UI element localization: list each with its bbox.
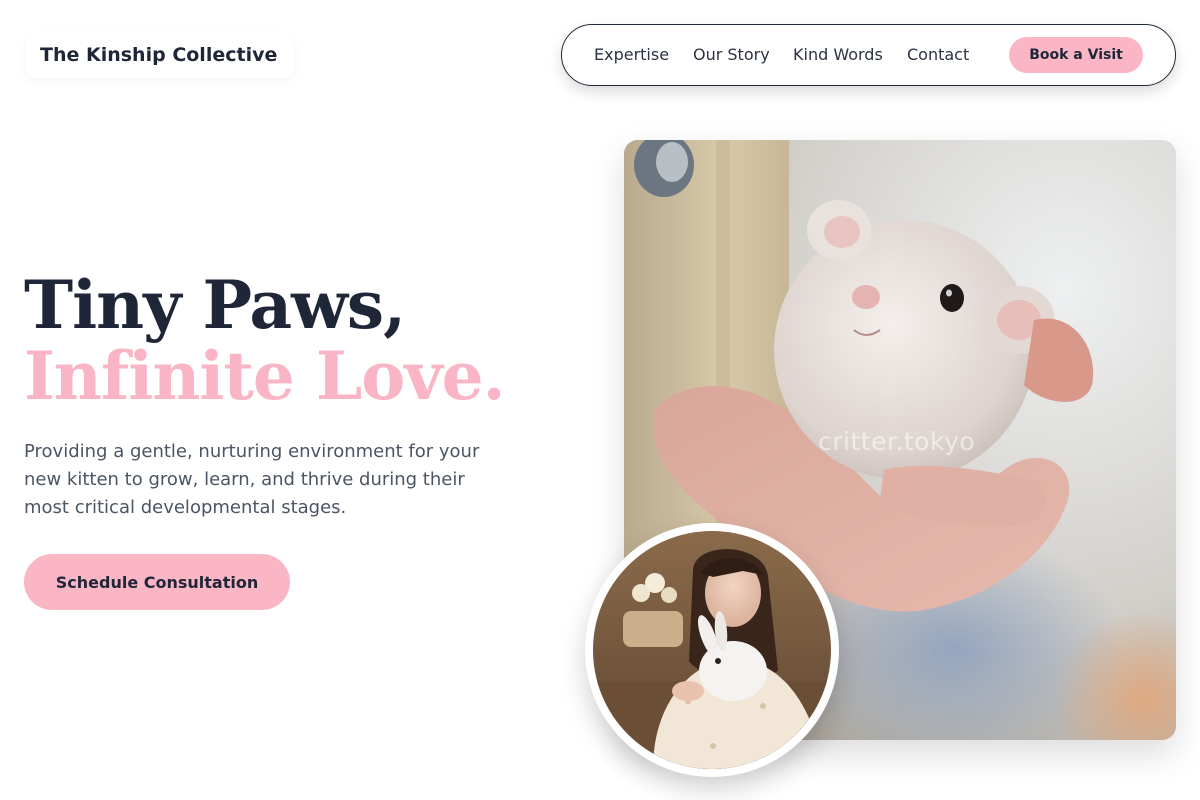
book-visit-button[interactable]: Book a Visit (1009, 37, 1143, 73)
hero-title-line2: Infinite Love. (24, 337, 506, 415)
nav-link-expertise[interactable]: Expertise (594, 45, 669, 64)
nav-link-contact[interactable]: Contact (907, 45, 969, 64)
owner-with-rabbit-photo (585, 523, 839, 777)
schedule-consultation-button[interactable]: Schedule Consultation (24, 554, 290, 610)
main-nav: Expertise Our Story Kind Words Contact B… (561, 24, 1176, 86)
hero-title-line1: Tiny Paws, (24, 266, 406, 344)
photo-watermark: critter.tokyo (818, 427, 976, 456)
brand-name: The Kinship Collective (40, 44, 278, 66)
hero-title: Tiny Paws, Infinite Love. (24, 266, 506, 415)
owner-illustration (593, 531, 831, 769)
nav-link-kind-words[interactable]: Kind Words (793, 45, 883, 64)
nav-link-our-story[interactable]: Our Story (693, 45, 770, 64)
brand-logo[interactable]: The Kinship Collective (26, 32, 294, 78)
hero-description: Providing a gentle, nurturing environmen… (24, 441, 480, 518)
